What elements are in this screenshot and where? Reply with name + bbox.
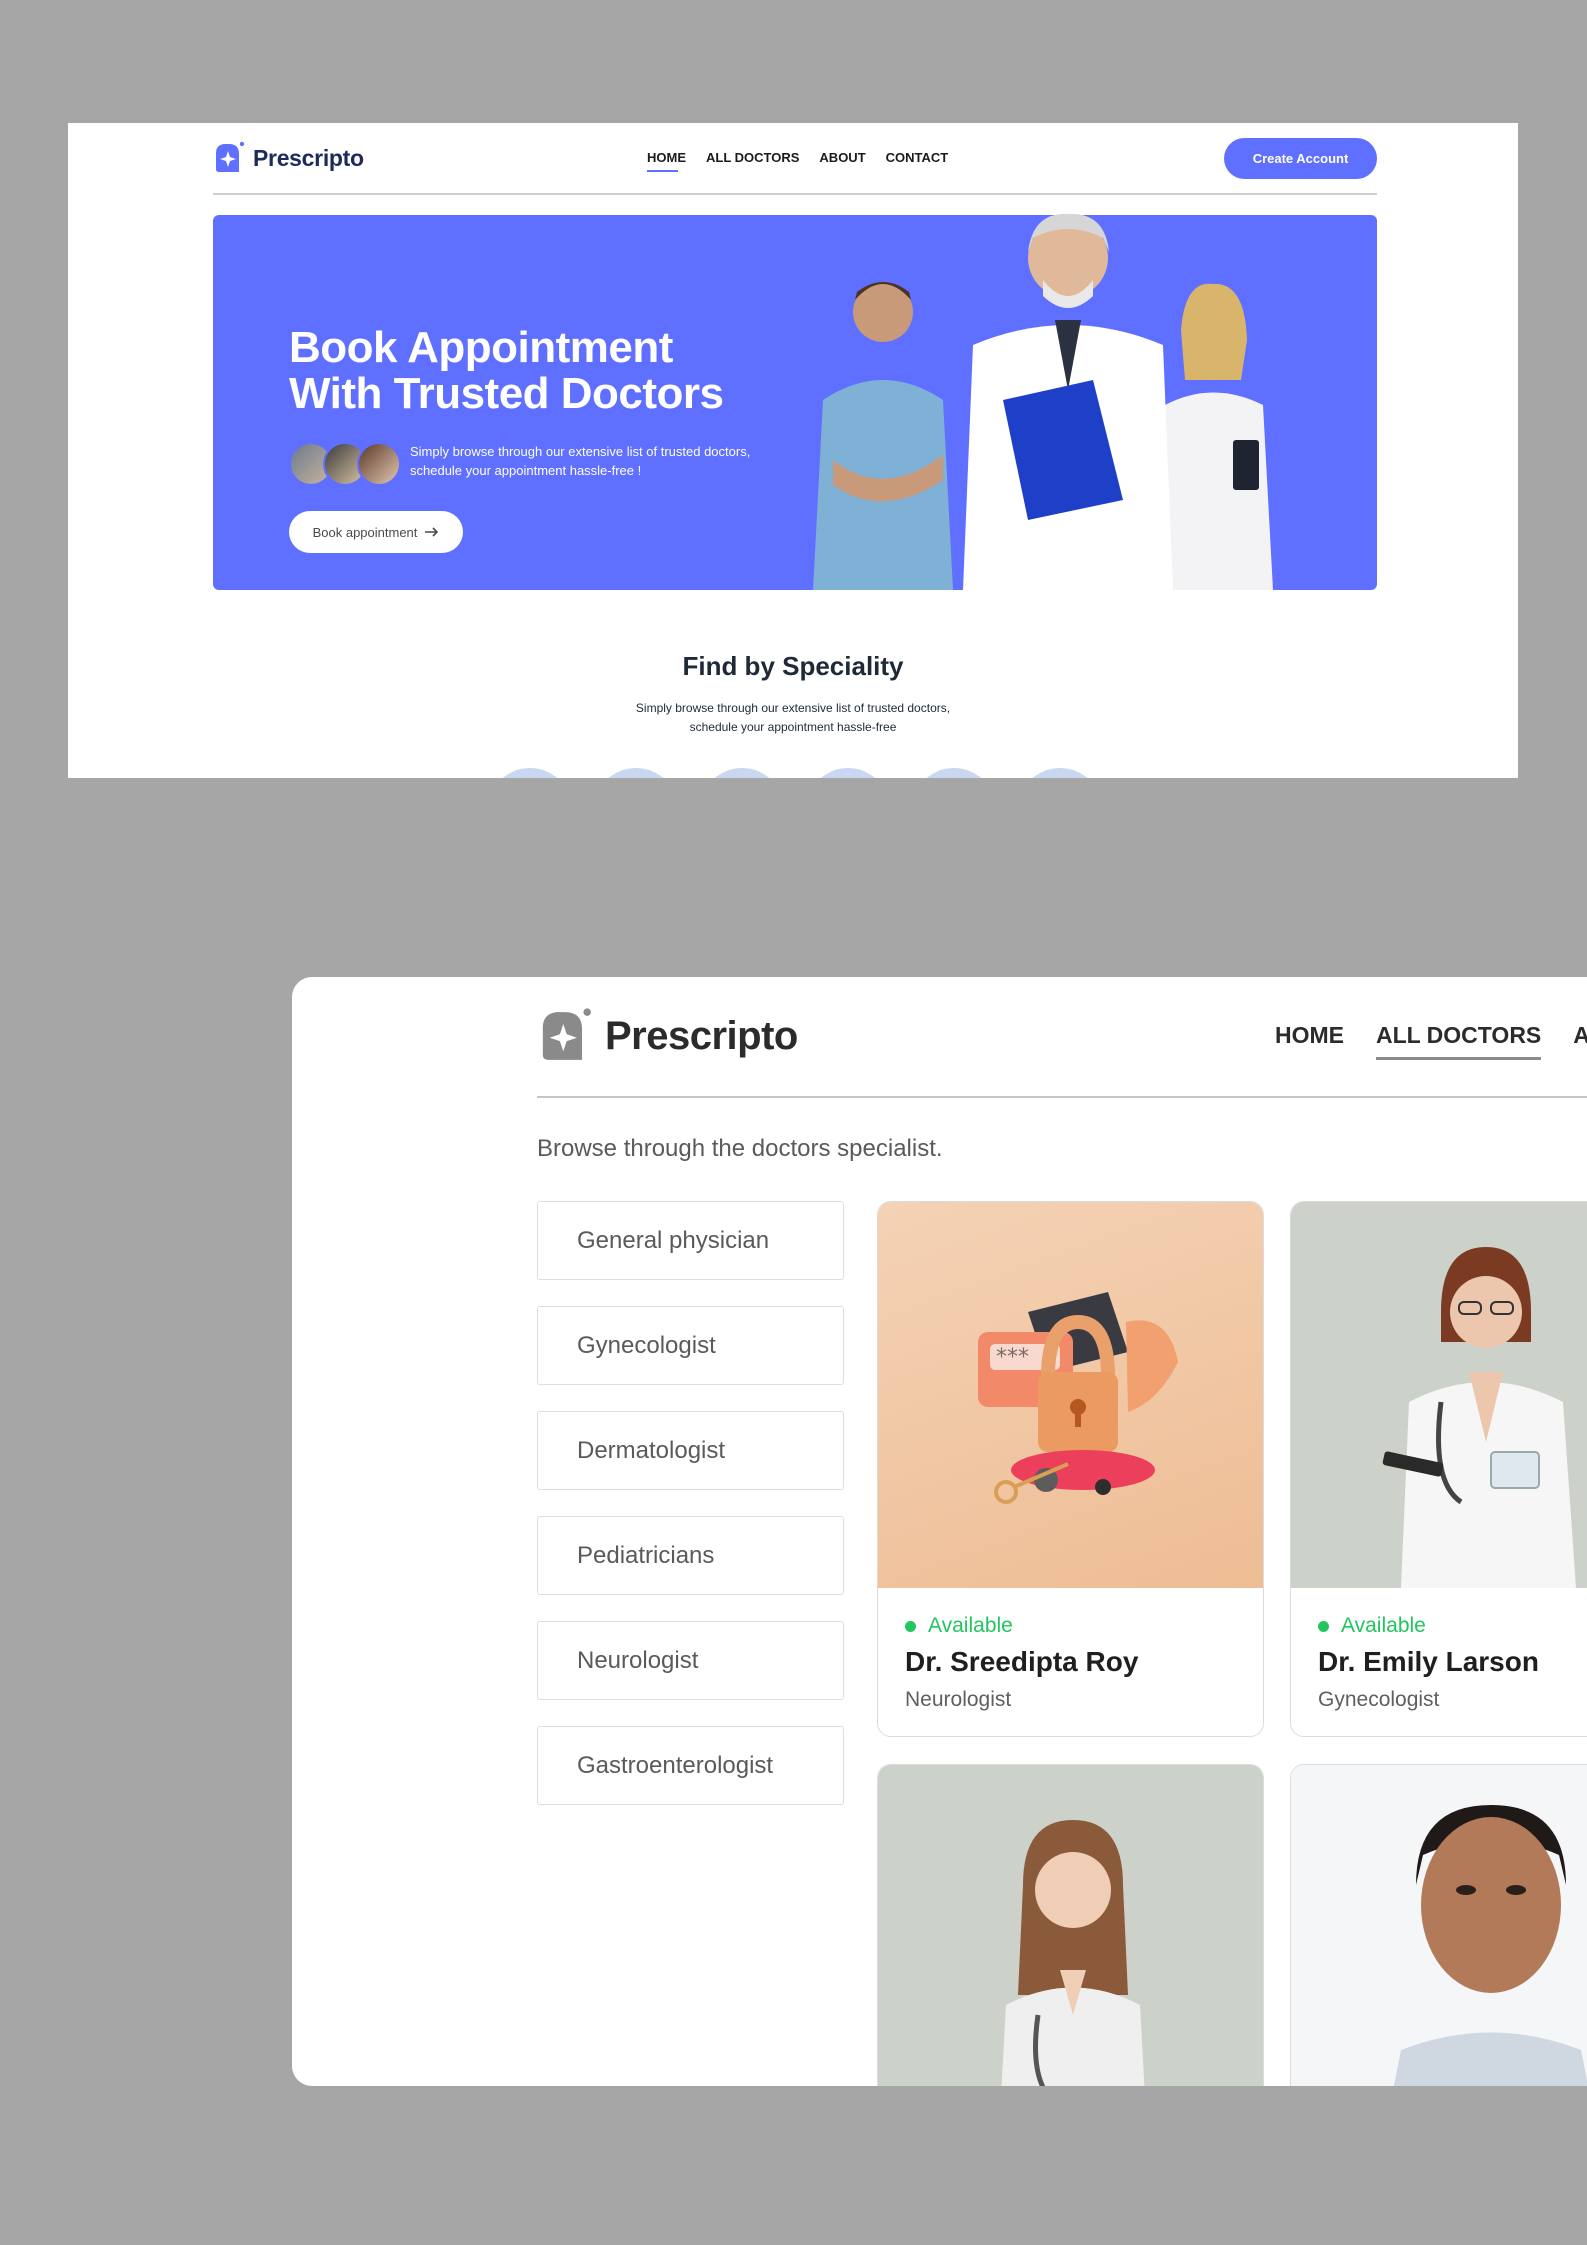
hero-subtitle-line2: schedule your appointment hassle-free ! xyxy=(410,463,642,478)
logo[interactable]: Prescripto xyxy=(537,1007,798,1065)
hero-title: Book Appointment With Trusted Doctors xyxy=(289,325,724,417)
doctor-card[interactable] xyxy=(1290,1764,1587,2086)
doctor-portrait-icon xyxy=(1393,1805,1587,2086)
filter-general-physician[interactable]: General physician xyxy=(537,1201,844,1280)
doctor-card[interactable] xyxy=(877,1764,1264,2086)
nav-about[interactable]: ABOUT xyxy=(819,150,865,165)
status-label: Available xyxy=(928,1614,1013,1637)
hero-banner: Book Appointment With Trusted Doctors Si… xyxy=(213,213,1377,590)
hero-subtitle: Simply browse through our extensive list… xyxy=(410,442,770,480)
availability-status: Available xyxy=(905,1614,1236,1638)
avatar xyxy=(357,442,401,486)
speciality-icon[interactable] xyxy=(806,768,890,778)
nav-about[interactable]: ABOUT xyxy=(1573,1022,1587,1049)
doctor-photo xyxy=(1291,1765,1587,2086)
prescripto-logo-icon xyxy=(216,141,245,172)
lock-illustration-icon: *** xyxy=(978,1292,1178,1504)
speciality-icons-row xyxy=(488,768,1102,778)
nav-home[interactable]: HOME xyxy=(1275,1022,1344,1049)
hero-subtitle-line1: Simply browse through our extensive list… xyxy=(410,444,751,459)
main-menu: HOME ALL DOCTORS ABOUT CONTACT xyxy=(647,150,949,172)
svg-text:***: *** xyxy=(996,1345,1029,1370)
doctors-navbar: Prescripto HOME ALL DOCTORS ABOUT xyxy=(537,977,1587,1098)
status-dot-icon xyxy=(905,1620,916,1632)
speciality-icon[interactable] xyxy=(1018,768,1102,778)
doctor-info: Available Dr. Sreedipta Roy Neurologist xyxy=(878,1588,1263,1736)
speciality-filter-list: General physician Gynecologist Dermatolo… xyxy=(537,1201,844,1805)
browse-heading: Browse through the doctors specialist. xyxy=(537,1135,943,1162)
nav-all-doctors[interactable]: ALL DOCTORS xyxy=(1376,1022,1542,1060)
speciality-title: Find by Speciality xyxy=(682,651,904,681)
create-account-button[interactable]: Create Account xyxy=(1224,138,1377,179)
home-page-screenshot: Prescripto HOME ALL DOCTORS ABOUT CONTAC… xyxy=(68,123,1518,778)
doctor-photo xyxy=(878,1765,1263,2086)
doctor-card[interactable]: *** Available Dr. Sreedipta Roy Neurolog… xyxy=(877,1201,1264,1737)
speciality-subtitle-line1: Simply browse through our extensive list… xyxy=(635,701,951,715)
doctor-card[interactable]: Available Dr. Emily Larson Gynecologist xyxy=(1290,1201,1587,1737)
speciality-subtitle-line2: schedule your appointment hassle-free xyxy=(689,720,897,734)
filter-gynecologist[interactable]: Gynecologist xyxy=(537,1306,844,1385)
speciality-icon[interactable] xyxy=(700,768,784,778)
nav-home[interactable]: HOME xyxy=(647,150,686,172)
hero-title-line1: Book Appointment xyxy=(289,323,673,372)
doctor-portrait-icon xyxy=(1382,1247,1576,1588)
filter-dermatologist[interactable]: Dermatologist xyxy=(537,1411,844,1490)
doctor-speciality: Neurologist xyxy=(905,1688,1012,1711)
availability-status: Available xyxy=(1318,1614,1587,1638)
doctor-photo: *** xyxy=(878,1202,1263,1588)
doctor-name: Dr. Sreedipta Roy xyxy=(905,1646,1139,1677)
top-navbar: Prescripto HOME ALL DOCTORS ABOUT CONTAC… xyxy=(213,123,1377,195)
doctor-name: Dr. Emily Larson xyxy=(1318,1646,1539,1677)
doctors-group-image xyxy=(813,213,1273,590)
arrow-right-icon xyxy=(425,527,439,537)
brand-name: Prescripto xyxy=(253,144,364,171)
doctor-info: Available Dr. Emily Larson Gynecologist xyxy=(1291,1588,1587,1736)
status-label: Available xyxy=(1341,1614,1426,1637)
filter-pediatricians[interactable]: Pediatricians xyxy=(537,1516,844,1595)
book-appointment-button[interactable]: Book appointment xyxy=(289,511,463,553)
brand-name: Prescripto xyxy=(605,1013,798,1058)
filter-gastroenterologist[interactable]: Gastroenterologist xyxy=(537,1726,844,1805)
doctor-portrait-icon xyxy=(1001,1820,1145,2086)
speciality-icon[interactable] xyxy=(488,768,572,778)
speciality-icon[interactable] xyxy=(594,768,678,778)
doctor-speciality: Gynecologist xyxy=(1318,1688,1440,1711)
hero-title-line2: With Trusted Doctors xyxy=(289,369,724,418)
doctor-photo xyxy=(1291,1202,1587,1588)
nav-contact[interactable]: CONTACT xyxy=(886,150,949,165)
doctor-avatar-group xyxy=(289,442,401,486)
book-appointment-label: Book appointment xyxy=(312,524,418,540)
speciality-subtitle: Simply browse through our extensive list… xyxy=(68,699,1518,737)
main-menu: HOME ALL DOCTORS ABOUT xyxy=(1275,1022,1587,1060)
prescripto-logo-icon xyxy=(542,1008,591,1060)
doctors-page-screenshot: Prescripto HOME ALL DOCTORS ABOUT Browse… xyxy=(292,977,1587,2086)
filter-neurologist[interactable]: Neurologist xyxy=(537,1621,844,1700)
logo[interactable]: Prescripto xyxy=(213,141,364,175)
status-dot-icon xyxy=(1318,1620,1329,1632)
nav-all-doctors[interactable]: ALL DOCTORS xyxy=(706,150,799,165)
speciality-icon[interactable] xyxy=(912,768,996,778)
